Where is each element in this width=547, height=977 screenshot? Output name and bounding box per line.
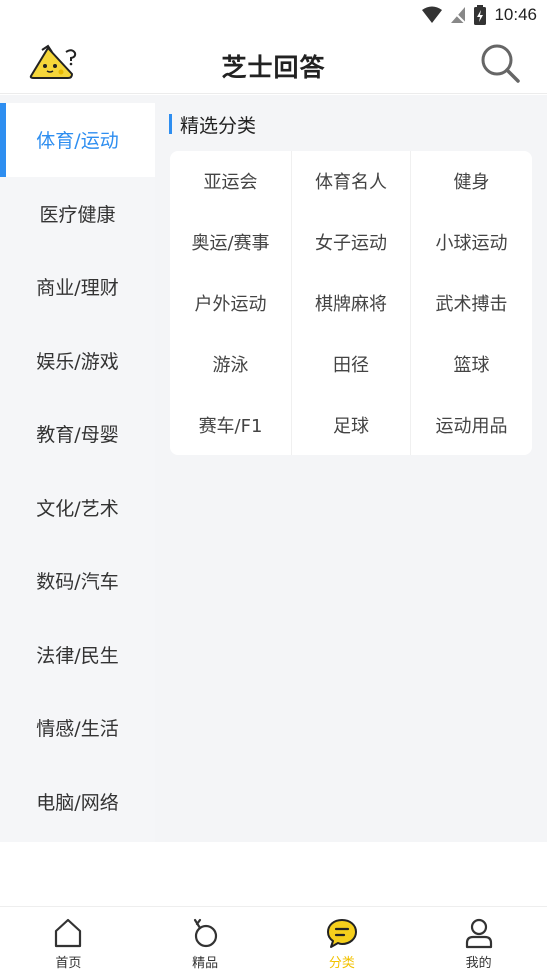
sidebar-item-label: 体育/运动: [36, 130, 119, 153]
subcategory-item[interactable]: 赛车/F1: [170, 394, 291, 455]
sidebar-item-business[interactable]: 商业/理财: [0, 250, 155, 324]
subcategory-item[interactable]: 小球运动: [411, 212, 532, 273]
subcategory-item[interactable]: 运动用品: [411, 394, 532, 455]
sidebar-item-computer[interactable]: 电脑/网络: [0, 764, 155, 838]
nav-label: 首页: [55, 956, 82, 971]
subcategory-item[interactable]: 游泳: [170, 333, 291, 394]
nav-featured[interactable]: 精品: [137, 907, 274, 977]
subcategory-item[interactable]: 足球: [291, 394, 411, 455]
user-icon: [465, 918, 492, 949]
no-signal-icon: [450, 7, 467, 24]
subcategory-item[interactable]: 女子运动: [291, 211, 411, 273]
nav-profile[interactable]: 我的: [410, 907, 547, 977]
sidebar-item-culture[interactable]: 文化/艺术: [0, 470, 155, 544]
subcategory-item[interactable]: 亚运会: [170, 151, 291, 212]
sidebar-item-digital[interactable]: 数码/汽车: [0, 544, 155, 618]
section-header: 精选分类: [169, 111, 256, 137]
sidebar-item-law[interactable]: 法律/民生: [0, 617, 155, 691]
sidebar-item-label: 法律/民生: [36, 644, 119, 667]
chat-bubble-icon: [326, 919, 357, 948]
status-time: 10:46: [494, 5, 537, 24]
app-title: 芝士回答: [221, 53, 326, 82]
sidebar-item-education[interactable]: 教育/母婴: [0, 397, 155, 471]
sidebar-item-label: 教育/母婴: [36, 424, 119, 447]
status-bar: 10:46: [0, 0, 547, 30]
nav-category[interactable]: 分类: [274, 907, 411, 977]
sidebar-item-label: 医疗健康: [39, 203, 116, 226]
battery-icon: [474, 5, 487, 25]
subcategory-item[interactable]: 田径: [291, 333, 411, 395]
sidebar-item-label: 情感/生活: [36, 718, 119, 741]
sidebar-item-label: 文化/艺术: [36, 497, 119, 520]
subcategory-item[interactable]: 棋牌麻将: [291, 272, 411, 334]
search-icon[interactable]: [479, 42, 521, 84]
status-icons: 10:46: [422, 4, 537, 26]
nav-label: 我的: [465, 956, 492, 971]
home-icon: [55, 918, 82, 948]
category-sidebar: 体育/运动 医疗健康 商业/理财 娱乐/游戏 教育/母婴 文化/艺术 数码/汽车…: [0, 103, 155, 842]
wifi-icon: [422, 6, 443, 23]
sidebar-item-label: 商业/理财: [36, 277, 119, 300]
nav-home[interactable]: 首页: [0, 907, 137, 977]
subcategory-item[interactable]: 奥运/赛事: [170, 212, 291, 273]
section-accent-bar: [169, 114, 172, 134]
app-header: 芝士回答: [0, 30, 547, 94]
medal-icon: [194, 918, 218, 948]
sidebar-item-label: 电脑/网络: [36, 791, 119, 814]
content-area: 体育/运动 医疗健康 商业/理财 娱乐/游戏 教育/母婴 文化/艺术 数码/汽车…: [0, 95, 547, 842]
subcategory-item[interactable]: 体育名人: [291, 151, 411, 212]
sidebar-item-entertainment[interactable]: 娱乐/游戏: [0, 323, 155, 397]
sidebar-item-medical[interactable]: 医疗健康: [0, 176, 155, 250]
subcategory-item[interactable]: 武术搏击: [411, 273, 532, 334]
sidebar-item-sports[interactable]: 体育/运动: [0, 103, 155, 177]
sidebar-item-label: 娱乐/游戏: [36, 350, 119, 373]
bottom-nav: 首页 精品 分类 我的: [0, 906, 547, 977]
nav-label: 分类: [328, 956, 355, 971]
subcategory-grid: 亚运会 体育名人 健身 奥运/赛事 女子运动 小球运动 户外运动 棋牌麻将 武术…: [170, 151, 532, 455]
subcategory-item[interactable]: 户外运动: [170, 273, 291, 334]
subcategory-item[interactable]: 篮球: [411, 333, 532, 394]
category-panel: 精选分类 亚运会 体育名人 健身 奥运/赛事 女子运动 小球运动 户外运动 棋牌…: [155, 95, 547, 842]
sidebar-item-emotion[interactable]: 情感/生活: [0, 691, 155, 765]
sidebar-item-label: 数码/汽车: [36, 571, 119, 594]
nav-label: 精品: [192, 956, 219, 971]
section-title: 精选分类: [180, 114, 257, 137]
subcategory-item[interactable]: 健身: [411, 151, 532, 212]
